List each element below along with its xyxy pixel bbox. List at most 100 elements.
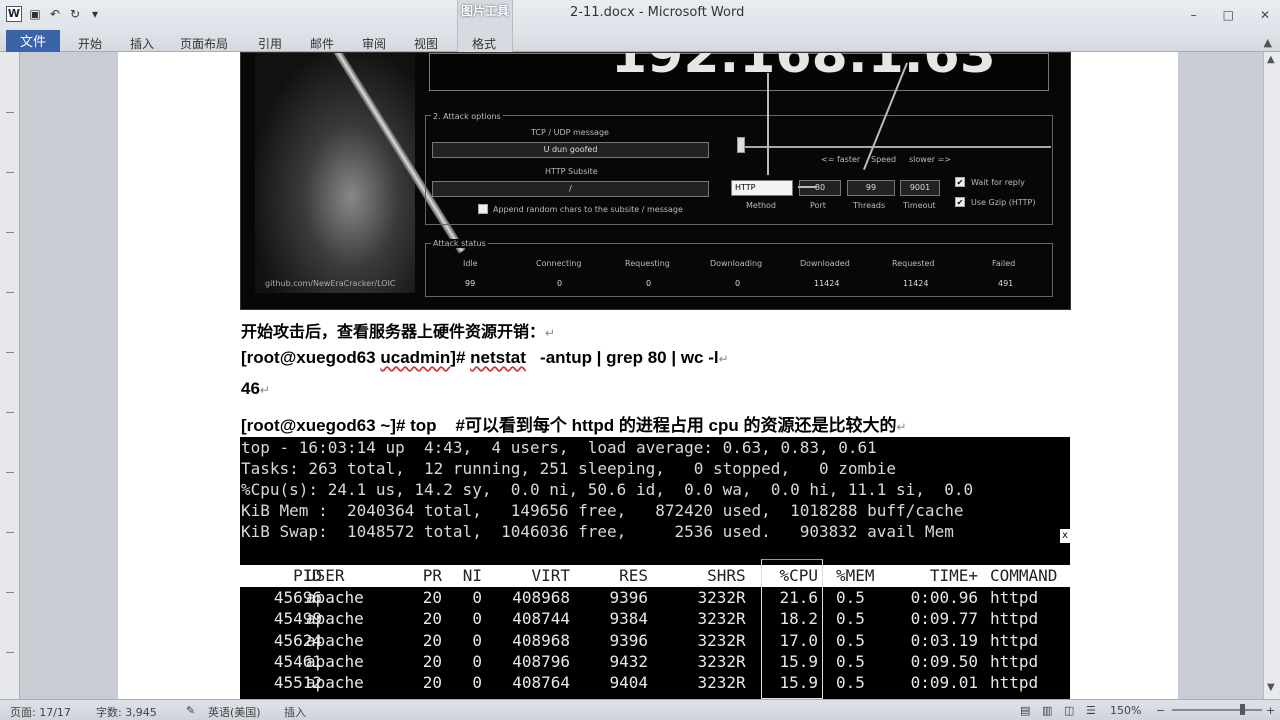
window-title: 2-11.docx - Microsoft Word [570, 5, 745, 20]
status-value-failed: 491 [998, 279, 1014, 288]
process-row-3-pr: 20 [422, 630, 442, 650]
append-random-checkbox[interactable] [478, 204, 488, 214]
speed-label: Speed [871, 155, 897, 164]
expand-ribbon-icon[interactable]: ▲ [1264, 36, 1272, 49]
status-header-requesting: Requesting [625, 259, 670, 268]
timeout-field[interactable]: 9001 [900, 180, 940, 196]
tab-page-layout[interactable]: 页面布局 [180, 35, 228, 52]
process-row-5-state: R [736, 673, 746, 693]
status-page-count[interactable]: 页面: 17/17 [10, 704, 71, 720]
tab-mailings[interactable]: 邮件 [310, 35, 334, 52]
quick-access-toolbar: W ▣ ↶ ↻ ▾ [6, 6, 102, 22]
speed-slider-track[interactable] [741, 146, 1051, 148]
doc-line-netstat-command[interactable]: [root@xuegod63 ucadmin]# netstat -antup … [241, 348, 729, 368]
zoom-in-icon[interactable]: + [1266, 704, 1275, 717]
tab-view[interactable]: 视图 [414, 35, 438, 52]
process-row-5-mem: 0.5 [836, 673, 865, 693]
append-random-label: Append random chars to the subsite / mes… [493, 205, 683, 214]
process-row-2-mem: 0.5 [836, 609, 865, 629]
method-label: Method [746, 201, 777, 210]
doc-line-netstat-result[interactable]: 46↵ [241, 379, 270, 399]
netstat-result-count: 46 [241, 379, 260, 398]
top-output-screenshot[interactable]: top - 16:03:14 up 4:43, 4 users, load av… [240, 437, 1070, 699]
threads-field[interactable]: 99 [847, 180, 895, 196]
process-row-4-command: httpd [990, 651, 1039, 671]
loic-credit-text: github.com/NewEraCracker/LOIC [265, 279, 396, 288]
word-window: W ▣ ↶ ↻ ▾ 2-11.docx - Microsoft Word – □… [0, 0, 1280, 720]
close-button[interactable]: ✕ [1260, 8, 1270, 22]
process-row-3-user: apache [306, 630, 364, 650]
netstat-command-args: -antup | grep 80 | wc -l [525, 348, 719, 367]
proofing-icon[interactable]: ✎ [186, 704, 195, 717]
process-row-3-command: httpd [990, 630, 1039, 650]
top-summary-uptime: top - 16:03:14 up 4:43, 4 users, load av… [241, 438, 877, 457]
redo-icon[interactable]: ↻ [68, 7, 82, 21]
word-app-icon[interactable]: W [6, 6, 22, 22]
speed-slider-knob[interactable] [737, 137, 745, 153]
doc-line-attack-note[interactable]: 开始攻击后，查看服务器上硬件资源开销：↵ [241, 318, 555, 342]
scroll-up-icon[interactable]: ▲ [1267, 54, 1275, 65]
attack-status-frame [425, 243, 1053, 297]
status-word-count[interactable]: 字数: 3,945 [96, 704, 157, 720]
process-row-3-mem: 0.5 [836, 630, 865, 650]
zoom-out-icon[interactable]: − [1156, 704, 1165, 717]
status-header-requested: Requested [892, 259, 935, 268]
process-row-5-command: httpd [990, 673, 1039, 693]
undo-icon[interactable]: ↶ [48, 7, 62, 21]
zoom-slider-knob[interactable] [1240, 704, 1245, 715]
process-row-3-res: 9396 [609, 630, 648, 650]
speed-slower-label: slower => [909, 155, 951, 164]
process-row-4-res: 9432 [609, 651, 648, 671]
tab-home[interactable]: 开始 [78, 35, 102, 52]
tcp-udp-field[interactable]: U dun goofed [432, 142, 709, 158]
view-web-layout-icon[interactable]: ◫ [1064, 704, 1074, 717]
paragraph-mark-icon: ↵ [896, 420, 907, 434]
scroll-down-icon[interactable]: ▼ [1267, 682, 1275, 693]
status-header-idle: Idle [463, 259, 478, 268]
status-insert-mode[interactable]: 插入 [284, 704, 306, 720]
status-value-downloaded: 11424 [814, 279, 840, 288]
tab-format[interactable]: 格式 [472, 35, 496, 52]
status-language[interactable]: 英语(美国) [208, 704, 261, 720]
save-icon[interactable]: ▣ [28, 7, 42, 21]
tab-insert[interactable]: 插入 [130, 35, 154, 52]
picture-tools-title: 图片工具 [460, 4, 509, 18]
window-controls: – □ ✕ [1191, 8, 1270, 22]
header-res: RES [619, 566, 648, 585]
netstat-prompt-dir: ucadmin [380, 348, 451, 367]
status-value-downloading: 0 [735, 279, 741, 288]
tab-references[interactable]: 引用 [258, 35, 282, 52]
use-gzip-checkbox[interactable]: ✔ [955, 197, 965, 207]
wait-for-reply-checkbox[interactable]: ✔ [955, 177, 965, 187]
tab-review[interactable]: 审阅 [362, 35, 386, 52]
tcp-udp-label: TCP / UDP message [531, 128, 609, 137]
vertical-scrollbar[interactable]: ▲ ▼ [1263, 52, 1280, 699]
process-row-1-command: httpd [990, 588, 1039, 607]
loic-screenshot-image[interactable]: github.com/NewEraCracker/LOIC 192.168.1.… [240, 52, 1071, 310]
attack-status-title: Attack status [431, 239, 488, 248]
view-print-layout-icon[interactable]: ▤ [1020, 704, 1030, 717]
terminal-scroll-marker: x [1060, 529, 1070, 543]
method-select[interactable]: HTTP [731, 180, 793, 196]
process-row-2-virt: 408744 [512, 609, 570, 629]
header-command: COMMAND [990, 566, 1058, 585]
status-value-requesting: 0 [646, 279, 652, 288]
maximize-button[interactable]: □ [1223, 8, 1234, 22]
process-row-1-res: 9396 [609, 588, 648, 607]
wait-for-reply-label: Wait for reply [971, 178, 1025, 187]
process-row-4-shr: 3232 [697, 651, 736, 671]
port-label: Port [810, 201, 826, 210]
zoom-slider-track[interactable] [1172, 709, 1262, 711]
port-field[interactable]: 80 [799, 180, 841, 196]
customize-icon[interactable]: ▾ [88, 7, 102, 21]
status-zoom-level[interactable]: 150% [1110, 704, 1141, 717]
http-subsite-field[interactable]: / [432, 181, 709, 197]
cpu-column-highlight [761, 559, 823, 699]
minimize-button[interactable]: – [1191, 8, 1197, 22]
process-row-1-user: apache [306, 588, 364, 607]
view-full-screen-icon[interactable]: ▥ [1042, 704, 1052, 717]
doc-line-top-command[interactable]: [root@xuegod63 ~]# top #可以看到每个 httpd 的进程… [241, 411, 907, 436]
use-gzip-label: Use Gzip (HTTP) [971, 198, 1036, 207]
view-outline-icon[interactable]: ☰ [1086, 704, 1096, 717]
process-row-1-ni: 0 [472, 588, 482, 607]
